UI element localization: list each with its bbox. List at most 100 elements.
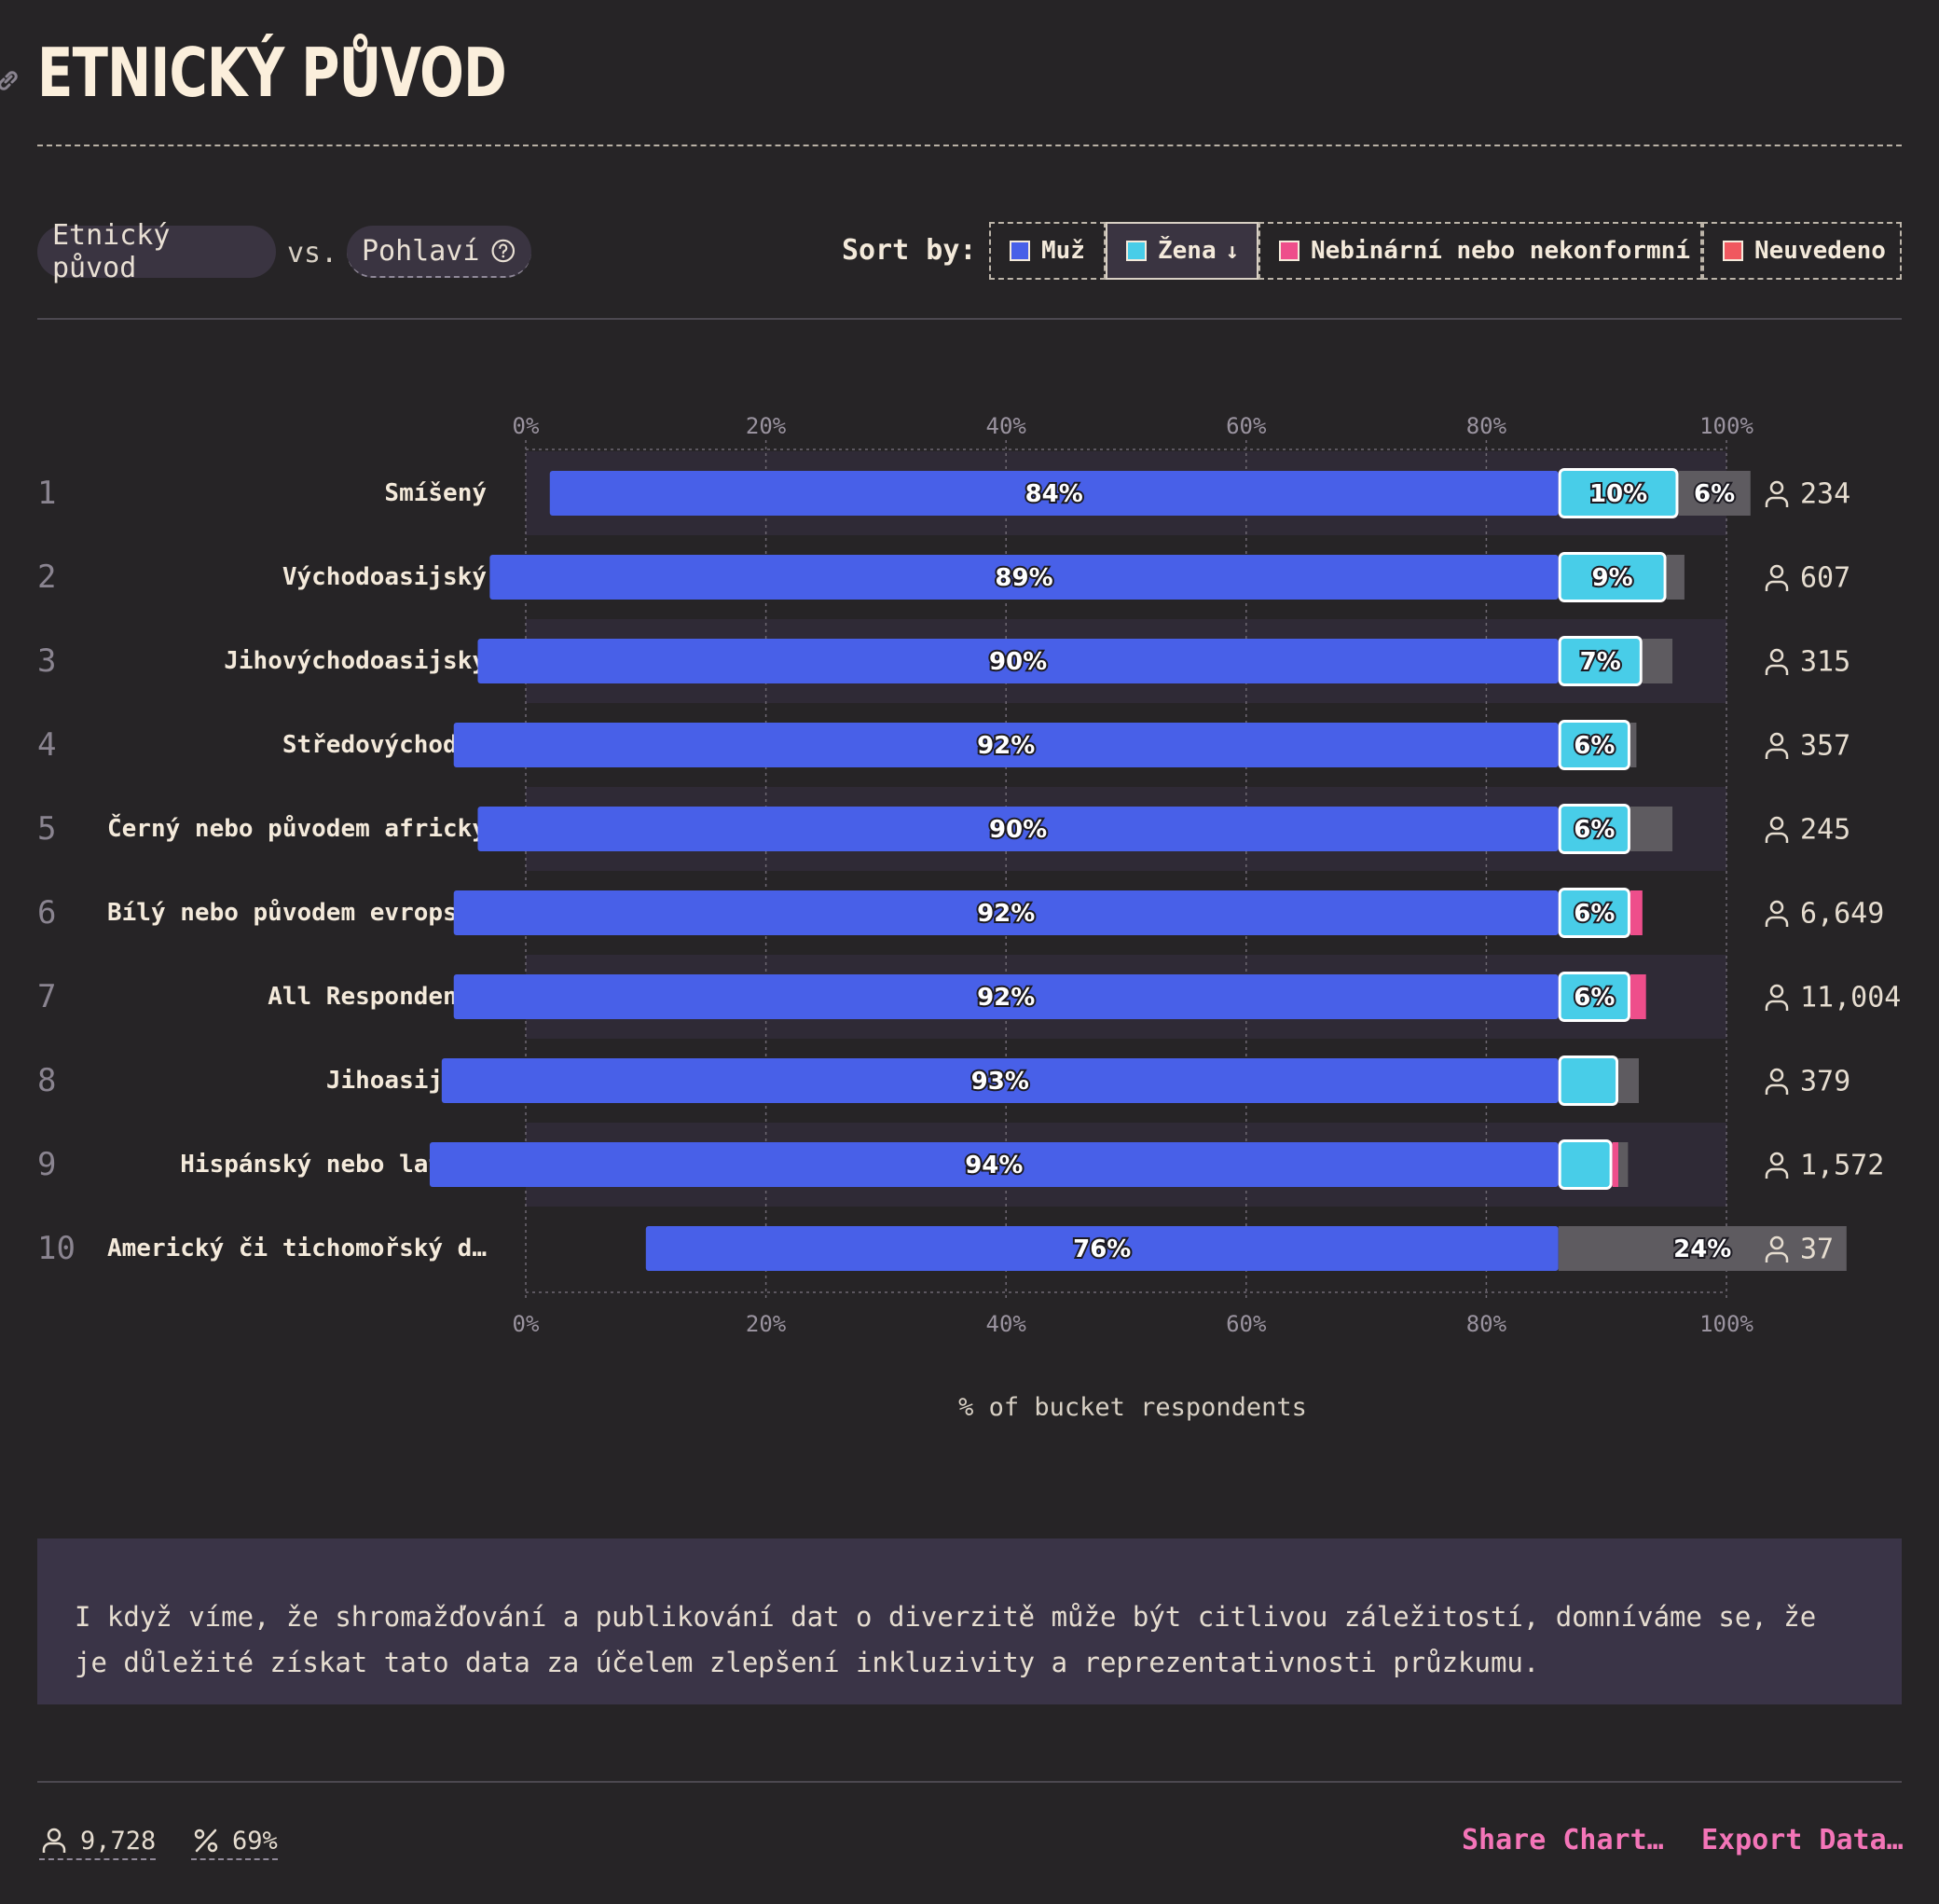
- row-count: 37: [1800, 1234, 1834, 1266]
- sort-button-muz[interactable]: Muž: [989, 222, 1106, 280]
- share-chart-link[interactable]: Share Chart…: [1462, 1824, 1664, 1856]
- x-tick-label-bottom: 40%: [986, 1311, 1027, 1337]
- bar-muz-label: 93%: [971, 1068, 1029, 1096]
- respondents-count: 9,728: [80, 1826, 157, 1856]
- field-selector-secondary-label: Pohlaví: [362, 234, 480, 268]
- bar-muz-label: 92%: [977, 732, 1035, 760]
- export-data-link[interactable]: Export Data…: [1701, 1824, 1904, 1856]
- x-tick-label-top: 20%: [746, 413, 787, 439]
- bar-zena-label: 6%: [1574, 732, 1615, 760]
- bar-neuvedeno: [1666, 555, 1685, 600]
- row-rank: 8: [37, 1062, 56, 1099]
- title-divider: [37, 145, 1902, 146]
- percent-icon: [194, 1828, 218, 1853]
- person-icon: [1765, 564, 1789, 591]
- row-label: Východoasijský: [282, 563, 487, 591]
- muz-swatch: [1010, 241, 1030, 261]
- x-tick-label-top: 40%: [986, 413, 1027, 439]
- bar-neuvedeno: [1642, 639, 1673, 683]
- person-icon: [1765, 1152, 1789, 1179]
- x-tick-label-bottom: 0%: [513, 1311, 540, 1337]
- vs-label: vs.: [287, 237, 338, 269]
- person-icon: [1765, 732, 1789, 759]
- bar-zena: [1558, 1139, 1613, 1190]
- row-count: 607: [1800, 562, 1850, 595]
- x-tick-label-bottom: 80%: [1466, 1311, 1507, 1337]
- sort-button-zena-label: Žena: [1158, 237, 1217, 265]
- field-selector-primary-label: Etnický původ: [52, 219, 171, 284]
- percent-stat[interactable]: 69%: [191, 1823, 278, 1860]
- row-rank: 2: [37, 559, 56, 596]
- row-rank: 1: [37, 475, 56, 512]
- sort-label: Sort by:: [842, 234, 977, 267]
- x-tick-label-bottom: 20%: [746, 1311, 787, 1337]
- bar-nebinarni: [1630, 890, 1643, 935]
- sort-button-neuvedeno[interactable]: Neuvedeno: [1702, 222, 1902, 280]
- controls-divider: [37, 318, 1902, 320]
- x-tick-label-top: 100%: [1699, 413, 1753, 439]
- sort-button-zena[interactable]: Žena ↓: [1106, 222, 1258, 280]
- bar-nebinarni: [1630, 974, 1646, 1019]
- bar-neuvedeno: [1630, 723, 1637, 767]
- row-rank: 10: [37, 1230, 76, 1267]
- bar-zena-label: 6%: [1574, 816, 1615, 844]
- x-tick-label-top: 60%: [1226, 413, 1267, 439]
- x-axis-label: % of bucket respondents: [958, 1393, 1307, 1422]
- sort-button-nebinarni[interactable]: Nebinární nebo nekonformní: [1258, 222, 1702, 280]
- row-count: 234: [1800, 478, 1850, 511]
- field-selector-secondary[interactable]: Pohlaví: [347, 226, 531, 278]
- row-rank: 9: [37, 1146, 56, 1183]
- bar-muz-label: 92%: [977, 900, 1035, 928]
- row-label: Americký či tichomořský d…: [107, 1235, 487, 1262]
- summary-text: I když víme, že shromažďování a publikov…: [75, 1601, 1817, 1678]
- row-count: 379: [1800, 1066, 1850, 1098]
- bar-neuvedeno-label: 24%: [1673, 1235, 1731, 1263]
- neuvedeno-swatch: [1723, 241, 1743, 261]
- bar-zena-label: 9%: [1592, 564, 1633, 592]
- row-count: 1,572: [1800, 1150, 1884, 1182]
- x-tick-label-top: 0%: [513, 413, 540, 439]
- bar-muz-label: 76%: [1073, 1235, 1131, 1263]
- row-rank: 3: [37, 642, 56, 680]
- bar-zena: [1558, 1055, 1619, 1106]
- bar-zena-label: 10%: [1589, 480, 1647, 508]
- percent-value: 69%: [232, 1826, 278, 1856]
- bar-muz-label: 90%: [989, 648, 1047, 676]
- bar-muz-label: 92%: [977, 984, 1035, 1012]
- row-label: Černý nebo původem africký: [107, 813, 487, 843]
- row-rank: 7: [37, 978, 56, 1015]
- stacked-bar-chart: 0% 0% 20% 20% 40% 40% 60% 60% 80% 80% 100% 100% % of…: [37, 413, 1901, 1422]
- bar-nebinarni: [1612, 1142, 1619, 1187]
- respondents-stat[interactable]: 9,728: [39, 1823, 157, 1860]
- bar-muz-label: 84%: [1025, 480, 1083, 508]
- bar-neuvedeno: [1630, 807, 1673, 851]
- summary-box: I když víme, že shromažďování a publikov…: [37, 1538, 1902, 1704]
- row-label: Jihovýchodoasijský: [224, 647, 487, 675]
- person-icon: [1765, 480, 1789, 507]
- x-tick-label-bottom: 60%: [1226, 1311, 1267, 1337]
- bar-neuvedeno: [1618, 1058, 1639, 1103]
- sort-button-muz-label: Muž: [1041, 237, 1085, 265]
- bar-muz-label: 94%: [965, 1152, 1023, 1180]
- x-tick-label-bottom: 100%: [1699, 1311, 1753, 1337]
- bar-muz-label: 89%: [995, 564, 1052, 592]
- row-count: 245: [1800, 814, 1850, 847]
- row-count: 11,004: [1800, 982, 1901, 1014]
- nebinarni-swatch: [1279, 241, 1300, 261]
- link-icon[interactable]: [0, 67, 21, 93]
- help-icon[interactable]: [490, 236, 516, 266]
- person-icon: [1765, 900, 1789, 927]
- row-count: 357: [1800, 730, 1850, 763]
- row-rank: 6: [37, 894, 56, 931]
- row-rank: 4: [37, 726, 56, 764]
- sort-arrow-icon: ↓: [1225, 238, 1240, 264]
- page-title: ETNICKÝ PŮVOD: [37, 34, 507, 112]
- row-label: Smíšený: [384, 479, 487, 507]
- bar-zena-label: 6%: [1574, 984, 1615, 1012]
- person-icon: [1765, 1068, 1789, 1095]
- bar-neuvedeno-label: 6%: [1694, 480, 1735, 508]
- field-selector-primary[interactable]: Etnický původ: [37, 219, 276, 284]
- person-icon: [1765, 984, 1789, 1011]
- sort-button-nebinarni-label: Nebinární nebo nekonformní: [1311, 237, 1690, 265]
- row-count: 315: [1800, 646, 1850, 679]
